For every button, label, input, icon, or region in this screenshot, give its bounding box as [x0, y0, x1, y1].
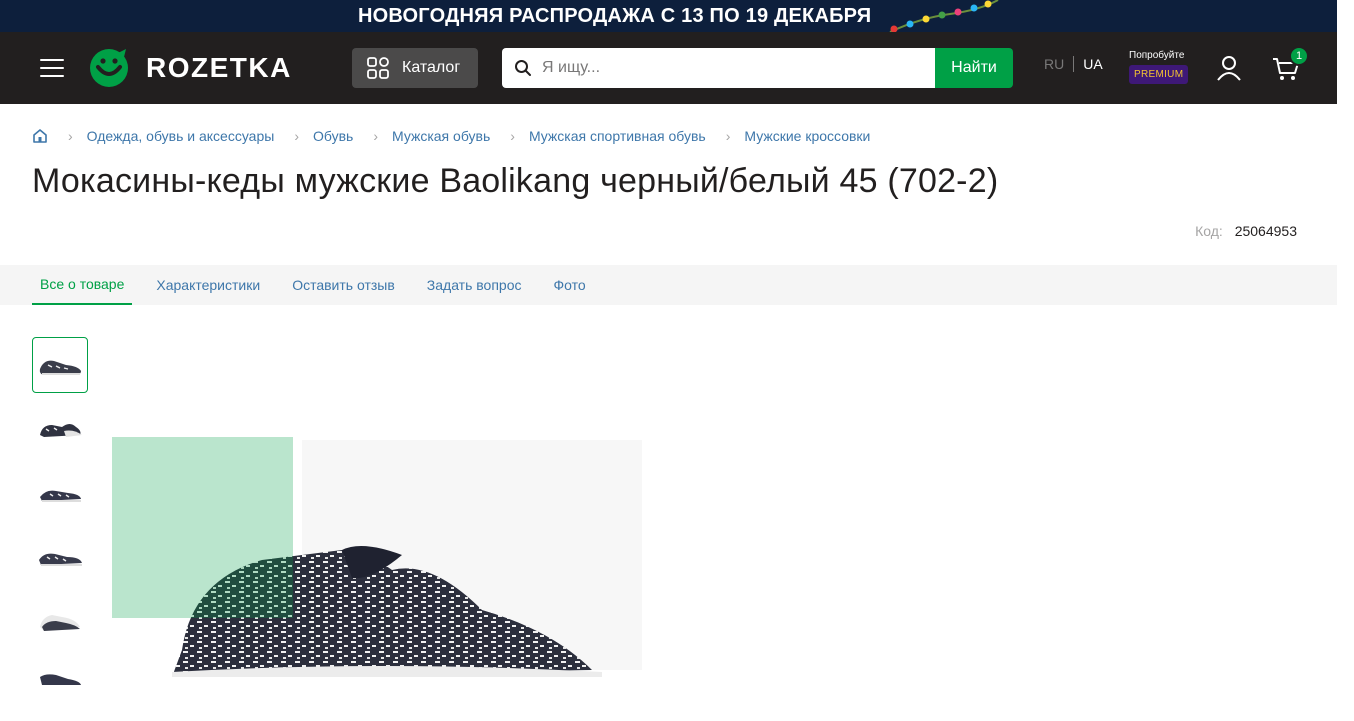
logo-icon	[90, 49, 128, 87]
product-thumbnail[interactable]	[32, 337, 88, 393]
product-code: Код: 25064953	[1195, 223, 1297, 239]
search-button[interactable]: Найти	[935, 48, 1013, 88]
page-title: Мокасины-кеды мужские Baolikang черный/б…	[32, 162, 999, 200]
breadcrumb-item[interactable]: Мужская обувь	[392, 128, 490, 144]
lang-ru-link[interactable]: RU	[1044, 56, 1075, 72]
catalog-label: Каталог	[402, 59, 461, 76]
chevron-right-icon: ›	[510, 128, 515, 144]
breadcrumb-item[interactable]: Мужская спортивная обувь	[529, 128, 706, 144]
thumbnail-list	[32, 337, 88, 721]
shoe-thumbnail-icon	[39, 553, 82, 566]
logo[interactable]: ROZETKA	[88, 47, 292, 89]
search-icon	[515, 60, 531, 76]
logo-text: ROZETKA	[146, 52, 292, 83]
shoe-thumbnail-icon	[39, 360, 81, 375]
promo-text: НОВОГОДНЯЯ РАСПРОДАЖА С 13 ПО 19 ДЕКАБРЯ	[358, 5, 872, 27]
breadcrumb: › Одежда, обувь и аксессуары › Обувь › М…	[32, 128, 870, 144]
catalog-icon	[367, 57, 389, 79]
chevron-right-icon: ›	[725, 128, 731, 144]
search-form: Найти	[502, 48, 1013, 88]
product-thumbnail[interactable]	[32, 465, 88, 521]
tab-all-about[interactable]: Все о товаре	[32, 265, 133, 305]
lang-ua-link[interactable]: UA	[1074, 56, 1102, 72]
product-thumbnail[interactable]	[32, 529, 88, 585]
tab-photo[interactable]: Фото	[546, 265, 594, 305]
shoe-thumbnail-icon	[40, 424, 82, 437]
menu-icon[interactable]	[40, 59, 64, 77]
search-field[interactable]	[502, 48, 935, 88]
shoe-thumbnail-icon	[40, 674, 81, 685]
premium-badge: PREMIUM	[1129, 65, 1189, 84]
user-icon[interactable]	[1216, 55, 1242, 81]
chevron-right-icon: ›	[373, 128, 378, 144]
tab-characteristics[interactable]: Характеристики	[148, 265, 268, 305]
home-icon[interactable]	[32, 128, 48, 144]
image-zoom-overlay	[112, 437, 293, 618]
product-thumbnail[interactable]	[32, 401, 88, 457]
site-header: ROZETKA Каталог Найти RU UA Попробуйте P…	[0, 32, 1337, 104]
promo-banner[interactable]: НОВОГОДНЯЯ РАСПРОДАЖА С 13 ПО 19 ДЕКАБРЯ	[0, 0, 1337, 32]
tab-leave-review[interactable]: Оставить отзыв	[284, 265, 403, 305]
product-code-label: Код:	[1195, 223, 1223, 239]
product-tabs: Все о товаре Характеристики Оставить отз…	[0, 265, 1337, 305]
product-code-value: 25064953	[1234, 223, 1297, 239]
chevron-right-icon: ›	[294, 128, 299, 144]
search-input[interactable]	[542, 59, 902, 77]
breadcrumb-item[interactable]: Мужские кроссовки	[744, 128, 870, 144]
product-thumbnail[interactable]	[32, 657, 88, 713]
language-switcher: RU UA	[1044, 56, 1103, 72]
catalog-button[interactable]: Каталог	[352, 48, 478, 88]
shoe-thumbnail-icon	[40, 490, 81, 502]
garland-decoration-icon	[889, 0, 999, 32]
product-thumbnail[interactable]	[32, 593, 88, 649]
breadcrumb-item[interactable]: Одежда, обувь и аксессуары	[87, 128, 275, 144]
shoe-thumbnail-icon	[40, 615, 80, 631]
breadcrumb-item[interactable]: Обувь	[313, 128, 353, 144]
chevron-right-icon: ›	[68, 128, 73, 144]
cart-count-badge: 1	[1289, 46, 1309, 66]
premium-try-text: Попробуйте	[1129, 50, 1185, 61]
premium-link[interactable]: Попробуйте PREMIUM	[1129, 50, 1199, 84]
tab-ask-question[interactable]: Задать вопрос	[419, 265, 530, 305]
